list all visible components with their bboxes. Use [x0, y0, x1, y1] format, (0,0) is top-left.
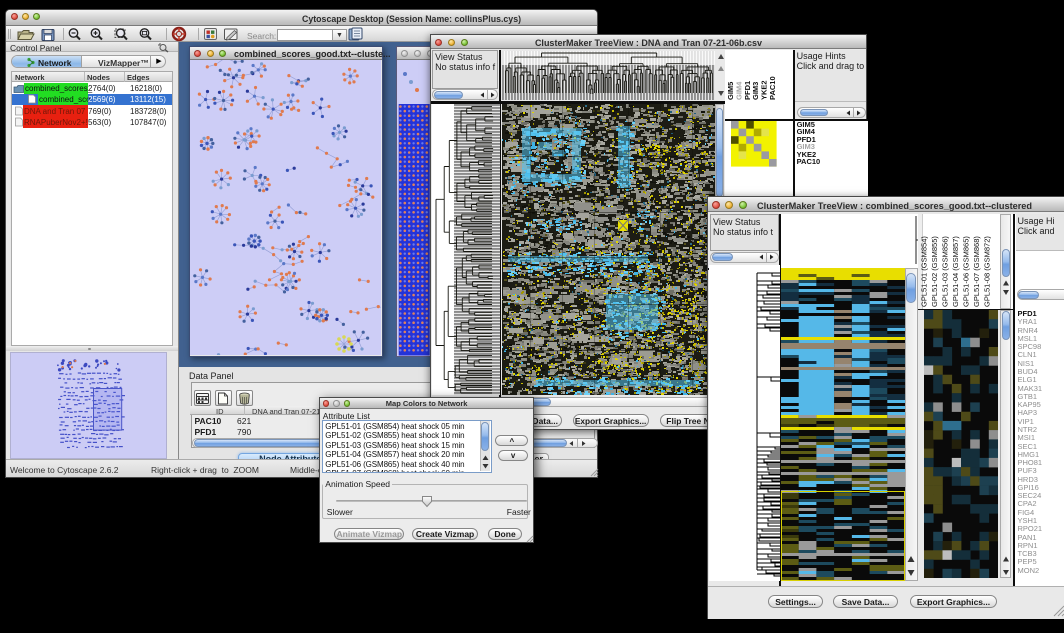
svg-text:GPL51-02 (GSM855): GPL51-02 (GSM855) — [930, 236, 939, 307]
svg-text:GPL51-01 (GSM854): GPL51-01 (GSM854) — [920, 236, 929, 307]
svg-text:PAC10: PAC10 — [768, 76, 777, 100]
svg-text:GPL51-08 (GSM872): GPL51-08 (GSM872) — [983, 236, 992, 307]
svg-text:GPL51-03 (GSM856): GPL51-03 (GSM856) — [941, 236, 950, 307]
svg-text:GPL51-07 (GSM868): GPL51-07 (GSM868) — [972, 236, 981, 307]
svg-text:GPL51-06 (GSM865): GPL51-06 (GSM865) — [962, 236, 971, 307]
svg-text:GPL51-04 (GSM857): GPL51-04 (GSM857) — [951, 236, 960, 307]
